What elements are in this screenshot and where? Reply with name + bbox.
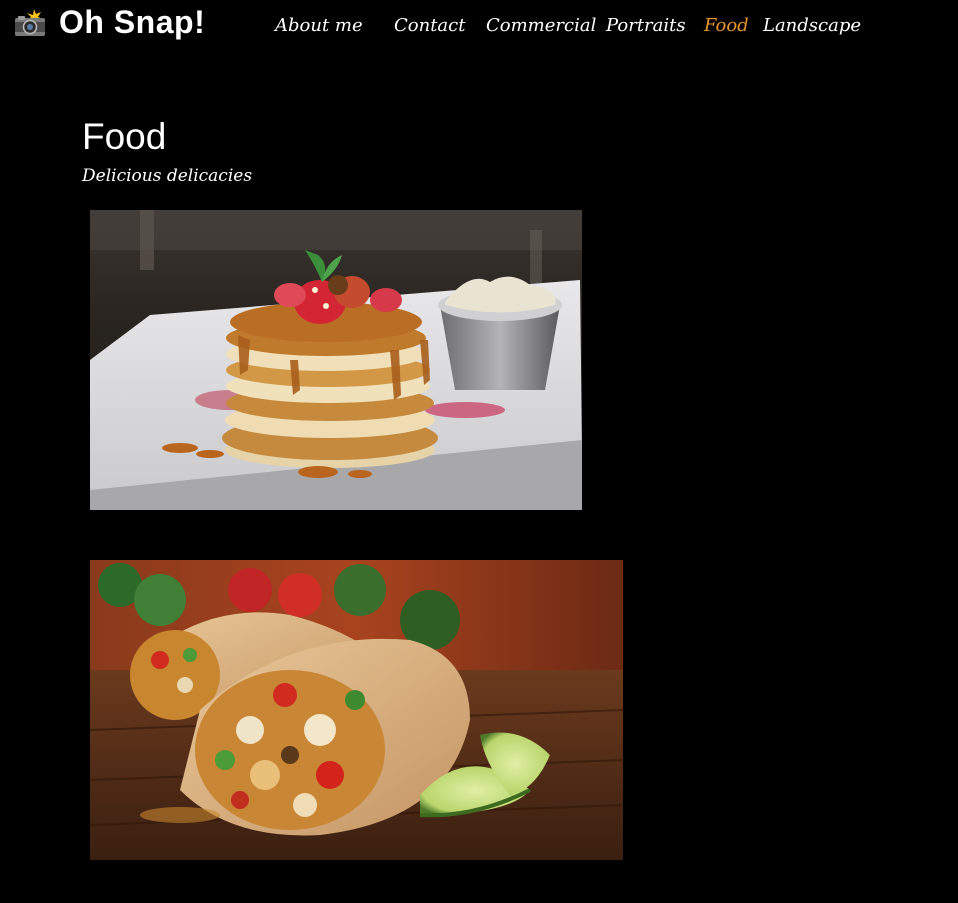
nav-link-food[interactable]: Food [704,15,749,36]
pancakes-photo [90,210,582,510]
nav-link-contact[interactable]: Contact [394,15,465,36]
nav-link-landscape[interactable]: Landscape [763,15,861,36]
nav-link-commercial[interactable]: Commercial [486,15,596,36]
nav-link-about-me[interactable]: About me [275,15,363,36]
site-header: Oh Snap! About me Contact Commercial Por… [0,0,958,56]
page-subtitle: Delicious delicacies [82,166,253,186]
main-nav: About me Contact Commercial Portraits Fo… [0,15,958,45]
burrito-photo [90,560,623,860]
nav-link-portraits[interactable]: Portraits [606,15,686,36]
page-title: Food [82,116,167,157]
